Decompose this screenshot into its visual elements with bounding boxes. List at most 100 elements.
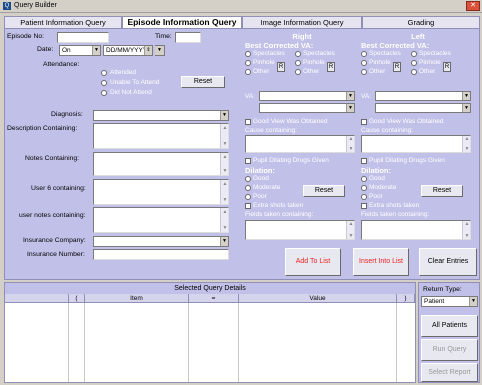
run-query-button[interactable]: Run Query bbox=[421, 339, 478, 361]
right-dilation-moderate-radio[interactable] bbox=[245, 185, 251, 191]
tab-patient-information-query[interactable]: Patient Information Query bbox=[4, 16, 122, 28]
left-spectacles-radio[interactable] bbox=[361, 51, 367, 57]
left-pinhole-radio[interactable] bbox=[361, 60, 367, 66]
date-operator-select[interactable]: On ▼ bbox=[59, 45, 101, 56]
scrollbar[interactable]: ▲ ▼ bbox=[220, 208, 228, 232]
left-fields-label: Fields taken containing: bbox=[361, 211, 430, 218]
left-dilation-moderate-radio[interactable] bbox=[361, 185, 367, 191]
scrollbar[interactable]: ▲ ▼ bbox=[346, 136, 354, 152]
scrollbar[interactable]: ▲ ▼ bbox=[220, 124, 228, 148]
scrollbar[interactable]: ▲ ▼ bbox=[462, 221, 470, 239]
chevron-down-icon: ▼ bbox=[346, 92, 354, 100]
date-spinner-icon[interactable]: ⇕ bbox=[144, 46, 152, 55]
right-other-radio[interactable] bbox=[245, 69, 251, 75]
right-va-r-button[interactable]: R bbox=[277, 62, 285, 72]
left-dilation-good-label: Good bbox=[369, 175, 385, 182]
insurance-company-select[interactable]: ▼ bbox=[93, 236, 229, 247]
left-pinhole-label: Pinhole bbox=[369, 59, 391, 66]
date-operator-value: On bbox=[62, 47, 71, 54]
right-good-view-label: Good View Was Obtained bbox=[253, 118, 328, 125]
left-other-radio[interactable] bbox=[361, 69, 367, 75]
left-pupil-checkbox[interactable] bbox=[361, 158, 367, 164]
user6-textarea[interactable]: ▲ ▼ bbox=[93, 179, 229, 205]
notes-textarea[interactable]: ▲ ▼ bbox=[93, 152, 229, 176]
left-extra-shots-checkbox[interactable] bbox=[361, 203, 367, 209]
right-cause-textarea[interactable]: ▲ ▼ bbox=[245, 135, 355, 153]
left-dilation-reset-button[interactable]: Reset bbox=[421, 185, 463, 197]
left-spectacles-radio-2[interactable] bbox=[411, 51, 417, 57]
attendance-reset-button[interactable]: Reset bbox=[181, 76, 225, 88]
left-spectacles-label: Spectacles bbox=[369, 50, 401, 57]
scrollbar[interactable]: ▲ ▼ bbox=[220, 153, 228, 175]
scrollbar[interactable]: ▲ ▼ bbox=[346, 221, 354, 239]
left-fields-textarea[interactable]: ▲ ▼ bbox=[361, 220, 471, 240]
attended-radio[interactable] bbox=[101, 70, 107, 76]
right-dilation-title: Dilation: bbox=[245, 166, 275, 175]
return-type-select[interactable]: Patient ▼ bbox=[421, 296, 478, 307]
right-va-select-2[interactable]: ▼ bbox=[259, 103, 355, 113]
date-input[interactable]: DD/MM/YYYY ⇕ bbox=[103, 45, 153, 56]
chevron-down-icon: ▼ bbox=[469, 297, 477, 306]
window-title: Query Builder bbox=[14, 2, 57, 9]
right-fields-textarea[interactable]: ▲ ▼ bbox=[245, 220, 355, 240]
left-dilation-poor-radio[interactable] bbox=[361, 194, 367, 200]
left-cause-textarea[interactable]: ▲ ▼ bbox=[361, 135, 471, 153]
date-picker-button[interactable]: ▼ bbox=[155, 45, 165, 56]
left-dilation-poor-label: Poor bbox=[369, 193, 383, 200]
right-pinhole-radio-2[interactable] bbox=[295, 60, 301, 66]
left-va-r-button-2[interactable]: R bbox=[443, 62, 451, 72]
left-other-radio-2[interactable] bbox=[411, 69, 417, 75]
chevron-down-icon: ▼ bbox=[92, 46, 100, 55]
clear-entries-button[interactable]: Clear Entries bbox=[419, 248, 477, 276]
right-pinhole-radio[interactable] bbox=[245, 60, 251, 66]
right-extra-shots-checkbox[interactable] bbox=[245, 203, 251, 209]
right-dilation-reset-button[interactable]: Reset bbox=[303, 185, 345, 197]
episode-no-label: Episode No: bbox=[7, 33, 45, 40]
time-input[interactable] bbox=[175, 32, 201, 43]
scrollbar[interactable]: ▲ ▼ bbox=[462, 136, 470, 152]
grid-column bbox=[85, 303, 189, 382]
tab-image-information-query[interactable]: Image Information Query bbox=[242, 16, 362, 28]
left-va-select-1[interactable]: ▼ bbox=[375, 91, 471, 101]
notes-label: Notes Containing: bbox=[25, 155, 80, 162]
query-details-grid[interactable] bbox=[5, 303, 415, 382]
right-pupil-checkbox[interactable] bbox=[245, 158, 251, 164]
right-dilation-poor-radio[interactable] bbox=[245, 194, 251, 200]
right-extra-shots-label: Extra shots taken bbox=[253, 202, 304, 209]
right-spectacles-radio-2[interactable] bbox=[295, 51, 301, 57]
left-va-r-button[interactable]: R bbox=[393, 62, 401, 72]
right-cause-label: Cause containing: bbox=[245, 127, 298, 134]
select-report-button[interactable]: Select Report bbox=[421, 363, 478, 382]
tab-episode-information-query[interactable]: Episode Information Query bbox=[122, 16, 242, 28]
left-pinhole-radio-2[interactable] bbox=[411, 60, 417, 66]
chevron-down-icon: ▼ bbox=[155, 46, 164, 55]
column-header-item: Item bbox=[85, 294, 189, 303]
insurance-number-input[interactable] bbox=[93, 249, 229, 260]
right-dilation-good-radio[interactable] bbox=[245, 176, 251, 182]
left-va-label: VA: bbox=[361, 93, 371, 100]
close-button[interactable]: ✕ bbox=[466, 1, 480, 11]
column-header bbox=[5, 294, 69, 303]
right-other-radio-2[interactable] bbox=[295, 69, 301, 75]
right-spectacles-label-2: Spectacles bbox=[303, 50, 335, 57]
description-textarea[interactable]: ▲ ▼ bbox=[93, 123, 229, 149]
tab-grading[interactable]: Grading bbox=[362, 16, 480, 28]
did-not-attend-label: Did Not Attend bbox=[110, 89, 152, 96]
diagnosis-select[interactable]: ▼ bbox=[93, 110, 229, 121]
left-good-view-checkbox[interactable] bbox=[361, 119, 367, 125]
insert-into-list-button[interactable]: Insert Into List bbox=[353, 248, 409, 276]
right-va-select-1[interactable]: ▼ bbox=[259, 91, 355, 101]
left-va-select-2[interactable]: ▼ bbox=[375, 103, 471, 113]
right-va-r-button-2[interactable]: R bbox=[327, 62, 335, 72]
scrollbar[interactable]: ▲ ▼ bbox=[220, 180, 228, 204]
left-dilation-good-radio[interactable] bbox=[361, 176, 367, 182]
user-notes-textarea[interactable]: ▲ ▼ bbox=[93, 207, 229, 233]
right-spectacles-radio[interactable] bbox=[245, 51, 251, 57]
column-header-close-paren: ) bbox=[397, 294, 415, 303]
add-to-list-button[interactable]: Add To List bbox=[285, 248, 341, 276]
episode-no-input[interactable] bbox=[57, 32, 109, 43]
all-patients-button[interactable]: All Patients bbox=[421, 315, 478, 337]
unable-to-attend-radio[interactable] bbox=[101, 80, 107, 86]
did-not-attend-radio[interactable] bbox=[101, 90, 107, 96]
right-good-view-checkbox[interactable] bbox=[245, 119, 251, 125]
